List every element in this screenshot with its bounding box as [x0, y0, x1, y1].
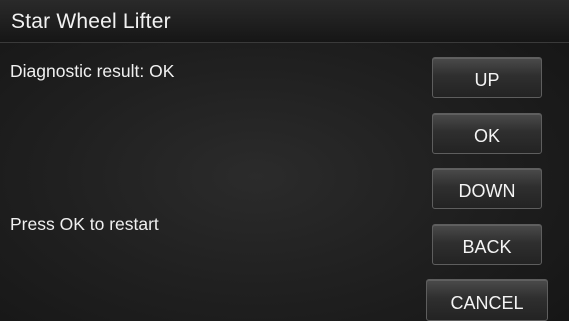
cancel-button[interactable]: CANCEL	[426, 279, 548, 321]
cancel-button-label: CANCEL	[450, 293, 524, 313]
restart-prompt-text: Press OK to restart	[10, 214, 159, 234]
up-button[interactable]: UP	[432, 57, 542, 98]
diagnostic-screen: Star Wheel Lifter Diagnostic result: OK …	[0, 0, 569, 321]
down-button-label: DOWN	[458, 181, 516, 201]
up-button-label: UP	[474, 70, 500, 90]
down-button[interactable]: DOWN	[432, 168, 542, 209]
back-button[interactable]: BACK	[432, 224, 542, 265]
diagnostic-result-text: Diagnostic result: OK	[10, 61, 175, 81]
back-button-label: BACK	[462, 237, 512, 257]
title-bar: Star Wheel Lifter	[0, 0, 569, 43]
screen-title: Star Wheel Lifter	[11, 10, 171, 33]
ok-button-label: OK	[473, 126, 500, 146]
ok-button[interactable]: OK	[432, 113, 542, 154]
